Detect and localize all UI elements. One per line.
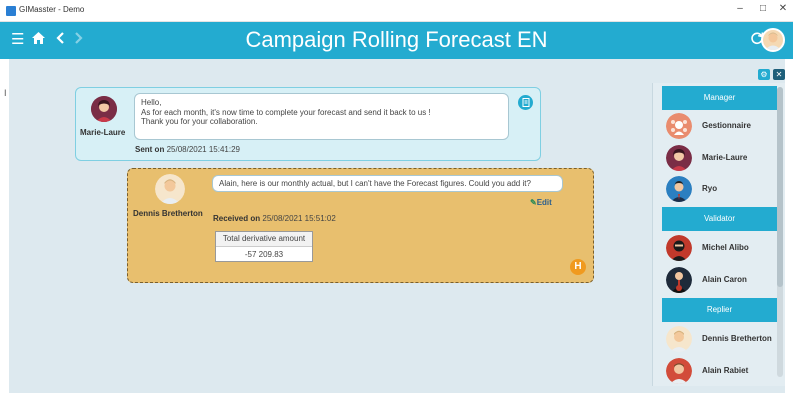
received-message-text: Alain, here is our monthly actual, but I… bbox=[212, 175, 563, 192]
sent-time: 25/08/2021 15:41:29 bbox=[166, 145, 240, 154]
close-window-button[interactable]: ✕ bbox=[775, 3, 791, 14]
participant-ryo[interactable]: Ryo bbox=[662, 174, 777, 204]
sent-timestamp: Sent on 25/08/2021 15:41:29 bbox=[135, 145, 240, 154]
participant-dennis-bretherton[interactable]: Dennis Bretherton bbox=[662, 324, 777, 354]
received-time: 25/08/2021 15:51:02 bbox=[262, 214, 336, 223]
man-avatar-icon bbox=[666, 358, 692, 384]
participant-alain-rabiet[interactable]: Alain Rabiet bbox=[662, 356, 777, 386]
derivative-table-value: -57 209.83 bbox=[244, 250, 284, 259]
app-title: GIMasster - Demo bbox=[19, 5, 85, 14]
window-titlebar: GIMasster - Demo – □ ✕ bbox=[0, 0, 793, 22]
group-avatar-icon bbox=[666, 113, 692, 139]
edit-label: Edit bbox=[536, 198, 552, 207]
help-icon[interactable]: H bbox=[570, 259, 586, 275]
section-manager: Manager bbox=[662, 86, 777, 110]
scrollbar-thumb[interactable] bbox=[777, 87, 783, 287]
participant-name: Gestionnaire bbox=[702, 121, 751, 130]
participant-name: Ryo bbox=[702, 184, 718, 193]
user-avatar[interactable] bbox=[761, 28, 785, 52]
close-panel-icon[interactable]: ✕ bbox=[773, 69, 785, 80]
received-message-author: Dennis Bretherton bbox=[133, 209, 203, 218]
settings-icon[interactable]: ⚙ bbox=[758, 69, 770, 80]
participant-gestionnaire[interactable]: Gestionnaire bbox=[662, 111, 777, 141]
document-icon[interactable] bbox=[518, 95, 533, 110]
pencil-icon: ✎ bbox=[530, 198, 537, 207]
derivative-table-header: Total derivative amount bbox=[216, 232, 312, 247]
edit-link[interactable]: ✎Edit bbox=[530, 198, 552, 207]
left-marker-icon: I bbox=[4, 88, 7, 98]
participant-name: Dennis Bretherton bbox=[702, 334, 772, 343]
sent-label: Sent on bbox=[135, 145, 165, 154]
app-icon bbox=[6, 6, 16, 16]
man-avatar-icon bbox=[666, 326, 692, 352]
guitar-avatar-icon bbox=[666, 267, 692, 293]
man-avatar-icon bbox=[155, 174, 185, 204]
sent-message-author: Marie-Laure bbox=[80, 128, 126, 137]
received-label: Received on bbox=[213, 214, 261, 223]
participant-name: Alain Caron bbox=[702, 275, 747, 284]
received-timestamp: Received on 25/08/2021 15:51:02 bbox=[213, 214, 336, 223]
woman-avatar-icon bbox=[666, 145, 692, 171]
participant-name: Marie-Laure bbox=[702, 153, 748, 162]
page-title: Campaign Rolling Forecast EN bbox=[245, 27, 548, 52]
participant-michel-alibo[interactable]: Michel Alibo bbox=[662, 233, 777, 263]
ninja-avatar-icon bbox=[666, 235, 692, 261]
sent-message-text: Hello, As for each month, it's now time … bbox=[134, 93, 509, 140]
man-avatar-icon bbox=[666, 176, 692, 202]
participant-alain-caron[interactable]: Alain Caron bbox=[662, 265, 777, 295]
participant-name: Michel Alibo bbox=[702, 243, 749, 252]
derivative-table: Total derivative amount -57 209.83 bbox=[215, 231, 313, 262]
panel-scrollbar[interactable] bbox=[777, 87, 783, 377]
section-replier: Replier bbox=[662, 298, 777, 322]
woman-avatar-icon bbox=[91, 96, 117, 122]
participant-name: Alain Rabiet bbox=[702, 366, 749, 375]
app-header: ☰ Campaign Rolling Forecast EN bbox=[0, 22, 793, 59]
participant-marie-laure[interactable]: Marie-Laure bbox=[662, 143, 777, 173]
minimize-button[interactable]: – bbox=[732, 3, 748, 14]
maximize-button[interactable]: □ bbox=[755, 3, 771, 14]
section-validator: Validator bbox=[662, 207, 777, 231]
